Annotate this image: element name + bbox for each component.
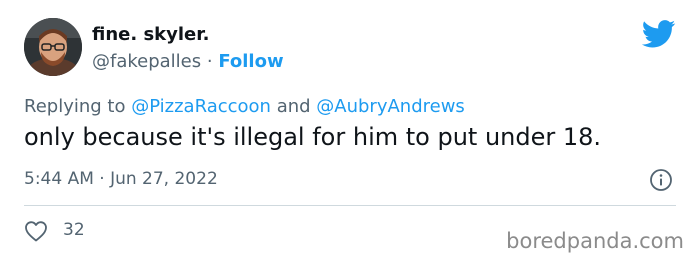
heart-icon[interactable] (24, 220, 48, 242)
avatar[interactable] (24, 18, 82, 76)
display-name[interactable]: fine. skyler. (92, 24, 209, 45)
handle-line: @fakepalles · Follow (92, 51, 284, 72)
user-handle[interactable]: @fakepalles (92, 51, 201, 72)
reply-conjunction: and (270, 96, 317, 117)
mention-link-2[interactable]: @AubryAndrews (316, 96, 465, 117)
divider (24, 205, 676, 206)
twitter-bird-icon[interactable] (642, 20, 676, 48)
follow-button[interactable]: Follow (218, 51, 283, 72)
reply-prefix: Replying to (24, 96, 132, 117)
like-count: 32 (63, 220, 85, 240)
avatar-image (24, 18, 82, 76)
tweet-timestamp[interactable]: 5:44 AM · Jun 27, 2022 (24, 169, 218, 189)
separator-dot: · (201, 51, 219, 72)
mention-link-1[interactable]: @PizzaRaccoon (131, 96, 271, 117)
tweet-text: only because it's illegal for him to put… (24, 123, 602, 151)
info-icon[interactable] (649, 168, 673, 192)
replying-to-line: Replying to @PizzaRaccoon and @AubryAndr… (24, 96, 465, 117)
watermark: boredpanda.com (506, 229, 684, 253)
